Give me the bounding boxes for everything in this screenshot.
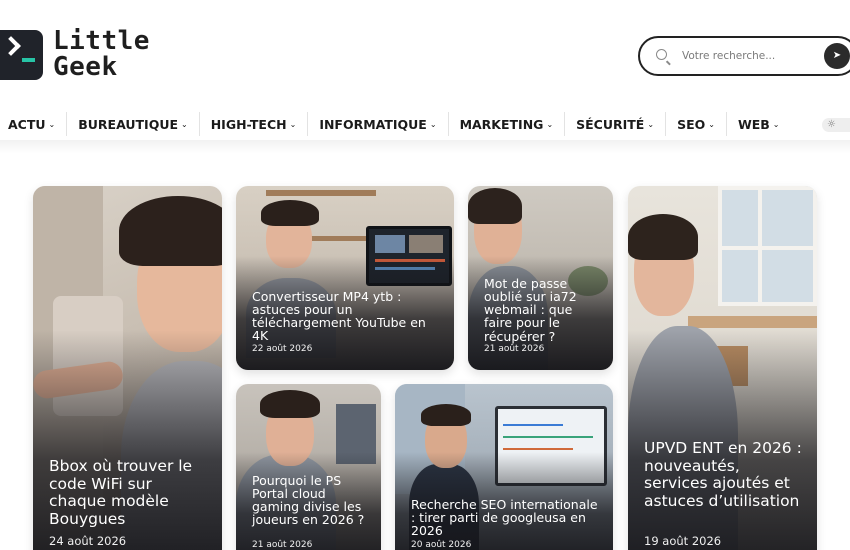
logo-line-2: Geek <box>53 52 118 82</box>
search-icon <box>656 49 667 60</box>
nav-item-bureautique[interactable]: BUREAUTIQUE ⌄ <box>67 112 200 136</box>
search-input[interactable] <box>682 47 812 65</box>
nav-item-label: ACTU <box>8 116 46 132</box>
article-title[interactable]: Mot de passe oublié sur ia72 webmail : q… <box>484 277 601 343</box>
chevron-down-icon: ⌄ <box>429 119 437 129</box>
nav-item-label: MARKETING <box>459 116 544 132</box>
article-date: 21 août 2026 <box>252 540 313 550</box>
site-logo[interactable]: Little Geek <box>53 28 150 80</box>
main-nav: ACTU ⌄ BUREAUTIQUE ⌄ HIGH-TECH ⌄ INFORMATIQ… <box>0 110 850 138</box>
prompt-chevron-icon <box>1 36 21 56</box>
search-box: ➤ <box>638 36 850 76</box>
chevron-down-icon: ⌄ <box>48 119 56 129</box>
chevron-down-icon: ⌄ <box>647 119 655 129</box>
nav-item-marketing[interactable]: MARKETING ⌄ <box>449 112 566 136</box>
nav-item-seo[interactable]: SEO ⌄ <box>666 112 727 136</box>
article-card-ps-portal[interactable]: Pourquoi le PS Portal cloud gaming divis… <box>236 384 381 550</box>
article-date: 21 août 2026 <box>484 344 545 354</box>
article-card-seo[interactable]: Recherche SEO internationale : tirer par… <box>395 384 613 550</box>
article-title[interactable]: Convertisseur MP4 ytb : astuces pour un … <box>252 290 442 343</box>
chevron-down-icon: ⌄ <box>708 119 715 129</box>
article-title[interactable]: Pourquoi le PS Portal cloud gaming divis… <box>252 474 369 527</box>
nav-item-securite[interactable]: SÉCURITÉ ⌄ <box>565 112 667 136</box>
article-title[interactable]: Recherche SEO internationale : tirer par… <box>411 498 601 538</box>
nav-item-label: SÉCURITÉ <box>576 116 645 132</box>
nav-item-web[interactable]: WEB ⌄ <box>727 112 791 136</box>
article-date: 20 août 2026 <box>411 540 472 550</box>
nav-item-label: HIGH-TECH <box>210 116 287 132</box>
nav-item-label: WEB <box>737 116 770 132</box>
nav-item-label: SEO <box>677 116 706 132</box>
article-title[interactable]: Bbox où trouver le code WiFi sur chaque … <box>49 457 210 528</box>
arrow-right-icon: ➤ <box>832 50 842 61</box>
sun-icon: ☼ <box>827 119 836 130</box>
theme-toggle[interactable]: ☼ <box>822 118 850 132</box>
chevron-down-icon: ⌄ <box>772 119 780 129</box>
nav-item-label: INFORMATIQUE <box>319 116 427 132</box>
article-date: 24 août 2026 <box>49 534 127 548</box>
article-card-bbox[interactable]: Bbox où trouver le code WiFi sur chaque … <box>33 186 222 550</box>
article-title[interactable]: UPVD ENT en 2026 : nouveautés, services … <box>644 439 805 510</box>
chevron-down-icon: ⌄ <box>546 119 554 129</box>
nav-item-actu[interactable]: ACTU ⌄ <box>0 112 68 136</box>
logo-line-1: Little <box>53 26 150 56</box>
search-submit-button[interactable]: ➤ <box>824 43 850 69</box>
nav-item-label: BUREAUTIQUE <box>78 116 179 132</box>
article-card-webmail[interactable]: Mot de passe oublié sur ia72 webmail : q… <box>468 186 613 370</box>
chevron-down-icon: ⌄ <box>289 119 297 129</box>
chevron-down-icon: ⌄ <box>181 119 188 129</box>
article-card-upvd[interactable]: UPVD ENT en 2026 : nouveautés, services … <box>628 186 817 550</box>
article-card-mp4[interactable]: Convertisseur MP4 ytb : astuces pour un … <box>236 186 454 370</box>
nav-item-high-tech[interactable]: HIGH-TECH ⌄ <box>200 112 309 136</box>
cursor-bar-icon <box>22 58 35 62</box>
article-date: 19 août 2026 <box>644 534 722 548</box>
article-date: 22 août 2026 <box>252 344 313 354</box>
nav-item-informatique[interactable]: INFORMATIQUE ⌄ <box>308 112 449 136</box>
nav-divider <box>0 140 850 154</box>
logo-icon[interactable] <box>0 30 43 80</box>
